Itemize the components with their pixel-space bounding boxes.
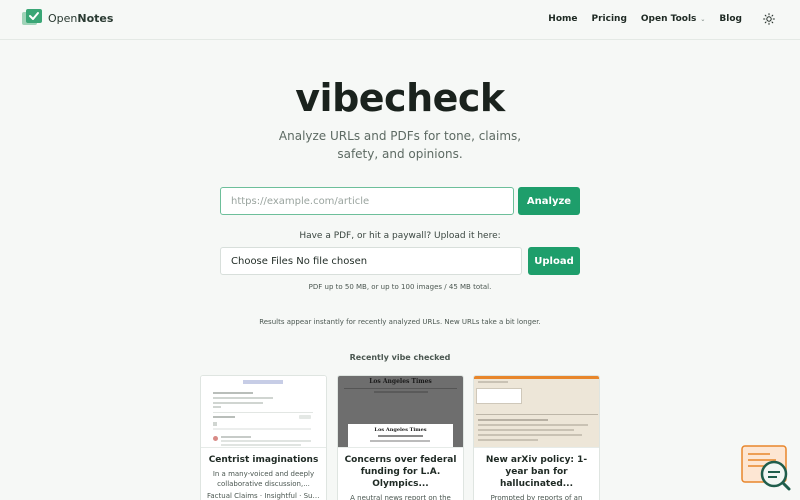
- thumb-text-placeholder: [213, 428, 311, 430]
- chevron-down-icon: ⌄: [700, 15, 706, 23]
- thumb-text-placeholder: [221, 440, 311, 442]
- thumb-text-placeholder: [213, 397, 273, 399]
- card-thumbnail: Los Angeles Times Los Angeles Times: [338, 376, 463, 448]
- thumb-top-bar: [474, 376, 599, 379]
- sun-icon: [763, 13, 775, 25]
- card-description: Prompted by reports of an arXiv policy p…: [490, 494, 583, 500]
- thumb-divider: [476, 414, 598, 415]
- thumb-divider: [213, 412, 313, 413]
- recent-card[interactable]: New arXiv policy: 1-year ban for halluci…: [473, 375, 600, 500]
- upload-limits: PDF up to 50 MB, or up to 100 images / 4…: [308, 283, 492, 291]
- page-subtitle: Analyze URLs and PDFs for tone, claims, …: [278, 129, 522, 161]
- thumb-button-placeholder: [299, 415, 311, 419]
- thumb-text-placeholder: [378, 435, 423, 437]
- thumb-avatar: [213, 436, 218, 441]
- opennotes-logo[interactable]: OpenNotes: [22, 9, 113, 27]
- thumb-input-placeholder: [476, 388, 522, 404]
- card-title: Centrist imaginations: [208, 455, 319, 465]
- thumb-text-placeholder: [213, 406, 221, 408]
- card-thumbnail: [474, 376, 599, 448]
- top-header: OpenNotes Home Pricing Open Tools ⌄ Blog: [0, 0, 800, 40]
- card-title: New arXiv policy: 1-year ban for halluci…: [485, 455, 588, 489]
- thumb-text-placeholder: [213, 422, 217, 426]
- thumb-divider: [344, 388, 457, 389]
- feedback-widget-icon[interactable]: [740, 444, 792, 492]
- thumb-text-placeholder: [370, 440, 430, 442]
- card-title: Concerns over federal funding for L.A. O…: [344, 455, 457, 489]
- theme-toggle-button[interactable]: [762, 12, 776, 26]
- file-input[interactable]: Choose Files No file chosen: [220, 247, 522, 275]
- thumb-text-placeholder: [213, 402, 263, 404]
- thumb-text-placeholder: [478, 429, 574, 431]
- file-status: No file chosen: [296, 255, 368, 267]
- analyze-button[interactable]: Analyze: [518, 187, 580, 215]
- nav-blog[interactable]: Blog: [719, 14, 742, 24]
- page-title: vibecheck: [295, 76, 505, 120]
- results-note: Results appear instantly for recently an…: [259, 318, 541, 326]
- thumb-text-placeholder: [374, 391, 428, 393]
- recent-card[interactable]: Centrist imaginations In a many-voiced a…: [200, 375, 327, 500]
- recent-heading: Recently vibe checked: [349, 353, 451, 362]
- upload-button[interactable]: Upload: [528, 247, 580, 275]
- main-nav: Home Pricing Open Tools ⌄ Blog: [534, 12, 776, 26]
- thumb-text-placeholder: [478, 424, 588, 426]
- thumb-text-placeholder: [478, 419, 548, 421]
- card-thumbnail: [201, 376, 326, 448]
- upload-label: Have a PDF, or hit a paywall? Upload it …: [299, 231, 501, 241]
- card-description: A neutral news report on the political a…: [350, 494, 451, 500]
- card-tags: Factual Claims · Insightful · Supp...: [207, 492, 326, 500]
- nav-pricing[interactable]: Pricing: [592, 14, 627, 24]
- thumb-text-placeholder: [221, 444, 301, 446]
- nav-home[interactable]: Home: [548, 14, 577, 24]
- thumb-masthead: Los Angeles Times: [369, 378, 432, 385]
- thumb-text-placeholder: [221, 436, 251, 438]
- choose-files-button[interactable]: Choose Files: [231, 256, 293, 267]
- thumb-text-placeholder: [478, 381, 508, 383]
- thumb-text-placeholder: [243, 380, 283, 384]
- thumb-text-placeholder: [478, 439, 538, 441]
- logo-text: OpenNotes: [48, 11, 114, 25]
- card-description: In a many-voiced and deeply collaborativ…: [212, 470, 315, 488]
- thumb-text-placeholder: [478, 434, 582, 436]
- thumb-modal: Los Angeles Times: [348, 424, 453, 447]
- thumb-modal-title: Los Angeles Times: [374, 427, 427, 433]
- logo-check-icon: [22, 9, 44, 27]
- thumb-text-placeholder: [213, 416, 235, 418]
- url-input[interactable]: [220, 187, 514, 215]
- nav-open-tools-label: Open Tools: [640, 14, 697, 24]
- nav-open-tools[interactable]: Open Tools ⌄: [641, 14, 706, 24]
- recent-card[interactable]: Los Angeles Times Los Angeles Times Conc…: [337, 375, 464, 500]
- thumb-text-placeholder: [213, 392, 253, 394]
